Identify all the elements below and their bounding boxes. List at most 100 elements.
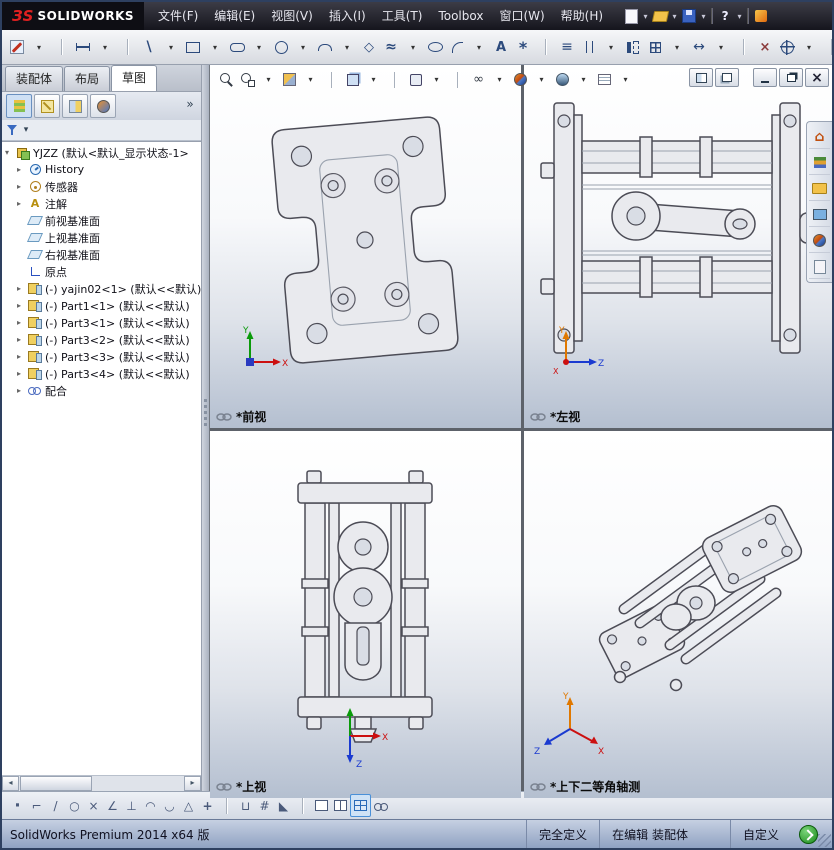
expand-arrow-icon[interactable]: ▸ — [17, 182, 25, 191]
snap-line-icon[interactable] — [46, 795, 65, 816]
open-icon[interactable] — [650, 5, 670, 27]
slot-icon[interactable] — [226, 33, 248, 61]
expand-arrow-icon[interactable]: ▸ — [17, 284, 25, 293]
save-icon[interactable] — [679, 5, 699, 27]
snap-tangent-icon[interactable] — [160, 795, 179, 816]
minimize-icon[interactable] — [753, 68, 777, 87]
circle-icon[interactable] — [270, 33, 292, 61]
caret-icon[interactable] — [204, 33, 226, 61]
quick-tips-icon[interactable] — [799, 824, 818, 844]
appearances-icon[interactable] — [510, 69, 531, 90]
scene-icon[interactable] — [552, 69, 573, 90]
caret-icon[interactable] — [336, 33, 358, 61]
expand-arrow-icon[interactable]: ▸ — [17, 369, 25, 378]
restore-icon[interactable] — [779, 68, 803, 87]
mirror-icon[interactable] — [622, 33, 644, 61]
tree-scrollbar[interactable] — [2, 775, 201, 791]
caret-icon[interactable] — [28, 33, 50, 61]
tile-windows-icon[interactable] — [689, 68, 713, 87]
snap-angle-icon[interactable] — [103, 795, 122, 816]
expand-arrow-icon[interactable]: ▸ — [17, 335, 25, 344]
viewport-top[interactable]: X Z *上视 — [210, 431, 521, 798]
tab-sketch[interactable]: 草图 — [111, 65, 158, 91]
section-view-icon[interactable] — [279, 69, 300, 90]
snap-arc-icon[interactable] — [141, 795, 160, 816]
caret-icon[interactable] — [489, 69, 510, 90]
menu-view[interactable]: 视图(V) — [263, 2, 321, 30]
tab-assembly[interactable]: 装配体 — [5, 66, 64, 91]
caret-icon[interactable] — [573, 69, 594, 90]
expand-arrow-icon[interactable]: ▸ — [17, 352, 25, 361]
viewport-left[interactable]: Y Z X *左视 — [524, 65, 832, 428]
link-views-icon[interactable] — [371, 795, 390, 816]
viewport-isometric[interactable]: Y X Z *上下二等角轴测 — [524, 431, 832, 798]
four-view-icon[interactable] — [350, 794, 371, 817]
spline-icon[interactable] — [380, 33, 402, 61]
caret-icon[interactable] — [402, 33, 424, 61]
tree-item-yajin02-1[interactable]: ▸ (-) yajin02<1> (默认<<默认) — [2, 280, 201, 297]
design-library-icon[interactable] — [809, 151, 830, 175]
view-orientation-icon[interactable] — [342, 69, 363, 90]
caret-icon[interactable] — [363, 69, 384, 90]
rectangle-icon[interactable] — [182, 33, 204, 61]
menu-file[interactable]: 文件(F) — [150, 2, 206, 30]
caret-icon[interactable] — [666, 33, 688, 61]
caret-icon[interactable] — [710, 33, 732, 61]
expand-arrow-icon[interactable]: ▸ — [17, 199, 25, 208]
sketch-icon[interactable] — [6, 33, 28, 61]
caret-icon[interactable] — [600, 33, 622, 61]
menu-window[interactable]: 窗口(W) — [491, 2, 552, 30]
menu-insert[interactable]: 插入(I) — [321, 2, 374, 30]
snap-length-icon[interactable] — [236, 795, 255, 816]
scroll-right-icon[interactable] — [184, 776, 201, 791]
zoom-area-icon[interactable] — [237, 69, 258, 90]
line-icon[interactable] — [138, 33, 160, 61]
displaymanager-icon[interactable] — [90, 94, 116, 118]
snap-hv-icon[interactable] — [198, 795, 217, 816]
offset-icon[interactable] — [578, 33, 600, 61]
featuremanager-icon[interactable] — [6, 94, 32, 118]
tree-item-front-plane[interactable]: 前视基准面 — [2, 212, 201, 229]
expand-arrow-icon[interactable]: ▸ — [17, 386, 25, 395]
caret-icon[interactable] — [300, 69, 321, 90]
smart-dimension-icon[interactable] — [72, 33, 94, 61]
expand-arrow-icon[interactable]: ▸ — [17, 301, 25, 310]
tree-item-sensors[interactable]: ▸ 传感器 — [2, 178, 201, 195]
snap-angle2-icon[interactable] — [274, 795, 293, 816]
caret-icon[interactable] — [426, 69, 447, 90]
tree-root-assembly[interactable]: ▾ YJZZ (默认<默认_显示状态-1> — [2, 144, 201, 161]
tree-item-part3-3[interactable]: ▸ (-) Part3<3> (默认<<默认) — [2, 348, 201, 365]
pointer-dot-icon[interactable] — [8, 795, 27, 816]
ellipse-icon[interactable] — [424, 33, 446, 61]
tree-item-part3-1[interactable]: ▸ (-) Part3<1> (默认<<默认) — [2, 314, 201, 331]
move-icon[interactable] — [688, 33, 710, 61]
tree-item-mates[interactable]: ▸ 配合 — [2, 382, 201, 399]
resources-icon[interactable] — [751, 5, 771, 27]
caret-icon[interactable] — [798, 33, 820, 61]
menu-toolbox[interactable]: Toolbox — [430, 2, 491, 30]
pattern-icon[interactable] — [644, 33, 666, 61]
caret-icon[interactable] — [615, 69, 636, 90]
expand-arrow-icon[interactable]: ▾ — [5, 148, 13, 157]
snap-intersection-icon[interactable] — [84, 795, 103, 816]
configurationmanager-icon[interactable] — [62, 94, 88, 118]
tree-item-part3-4[interactable]: ▸ (-) Part3<4> (默认<<默认) — [2, 365, 201, 382]
new-document-icon[interactable] — [621, 5, 641, 27]
menu-tools[interactable]: 工具(T) — [374, 2, 431, 30]
caret-icon[interactable] — [258, 69, 279, 90]
menu-help[interactable]: 帮助(H) — [553, 2, 611, 30]
scroll-thumb[interactable] — [20, 776, 92, 791]
caret-icon[interactable] — [468, 33, 490, 61]
snap-perpendicular-icon[interactable] — [122, 795, 141, 816]
tree-item-top-plane[interactable]: 上视基准面 — [2, 229, 201, 246]
caret-icon[interactable] — [735, 5, 744, 27]
trim-icon[interactable] — [754, 33, 776, 61]
appearances-pane-icon[interactable] — [809, 229, 830, 253]
snap-circle-icon[interactable] — [65, 795, 84, 816]
single-view-icon[interactable] — [312, 795, 331, 816]
tree-item-history[interactable]: ▸ History — [2, 161, 201, 178]
menu-edit[interactable]: 编辑(E) — [206, 2, 263, 30]
caret-icon[interactable] — [670, 5, 679, 27]
view-palette-icon[interactable] — [809, 203, 830, 227]
view-settings-icon[interactable] — [594, 69, 615, 90]
